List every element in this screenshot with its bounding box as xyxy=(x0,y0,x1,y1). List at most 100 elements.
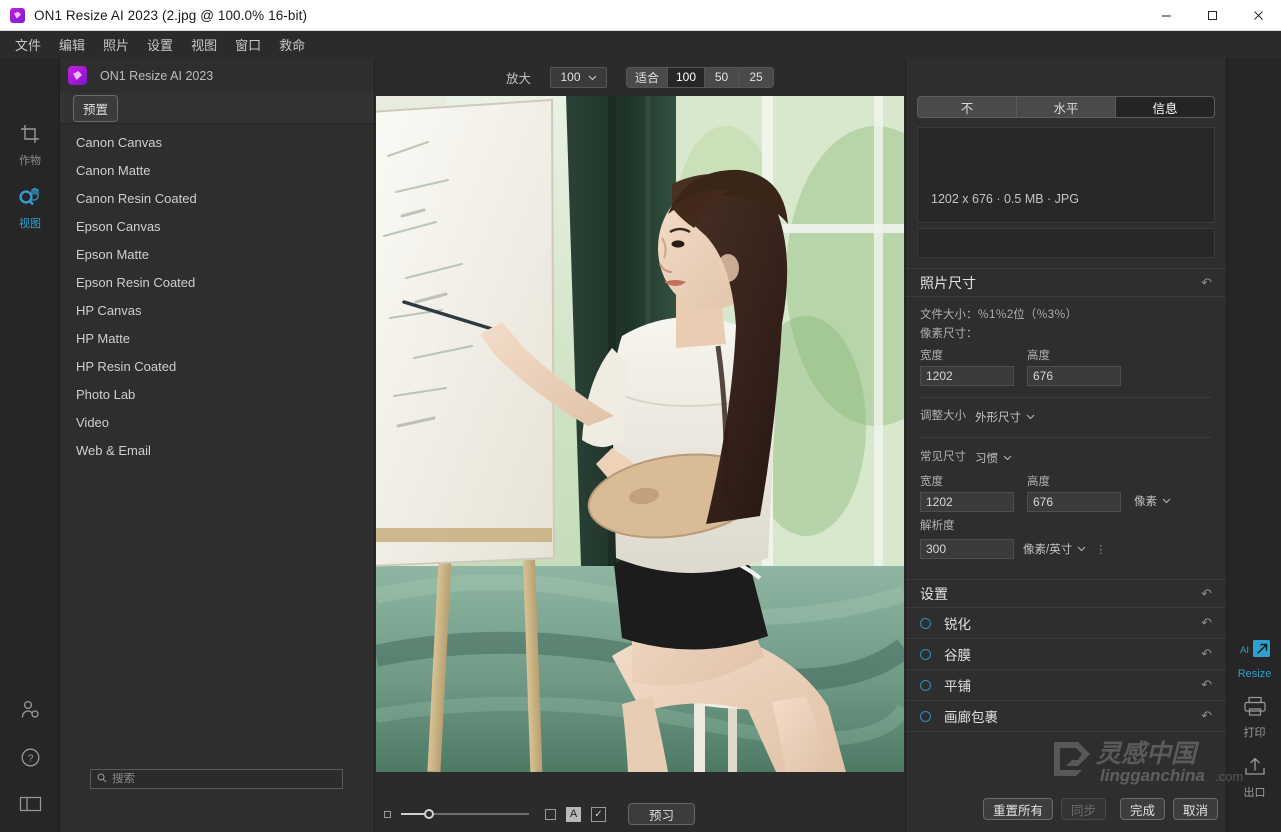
svg-text:?: ? xyxy=(27,753,33,765)
menu-edit[interactable]: 编辑 xyxy=(50,31,94,58)
chevron-down-icon xyxy=(1162,498,1171,504)
menu-file[interactable]: 文件 xyxy=(6,31,50,58)
reset-icon[interactable]: ↶ xyxy=(1201,677,1212,693)
small-square-icon[interactable] xyxy=(384,810,391,818)
application-window: ON1 Resize AI 2023 (2.jpg @ 100.0% 16-bi… xyxy=(0,0,1281,832)
pixel-height-input[interactable] xyxy=(1027,366,1121,386)
module-ai-resize[interactable]: AI Resize xyxy=(1227,638,1281,680)
unit-select[interactable]: 像素 xyxy=(1134,493,1171,512)
pixel-width-input[interactable] xyxy=(920,366,1014,386)
module-print[interactable]: 打印 xyxy=(1227,696,1281,740)
crop-icon xyxy=(19,123,41,150)
list-item[interactable]: HP Canvas xyxy=(60,296,374,324)
resolution-field: 解析度 像素/英寸 ⋮ xyxy=(920,517,1212,559)
reset-icon[interactable]: ↶ xyxy=(1201,708,1212,724)
export-icon xyxy=(1243,756,1267,781)
list-item[interactable]: Web & Email xyxy=(60,436,374,464)
resize-mode-row: 调整大小 外形尺寸 xyxy=(920,407,1212,426)
pixel-dims-label: 像素尺寸： xyxy=(920,328,978,340)
radio-icon[interactable] xyxy=(920,710,931,722)
option-row[interactable]: 锐化 ↶ xyxy=(906,608,1226,639)
resolution-row: 像素/英寸 ⋮ xyxy=(920,539,1212,559)
reset-icon[interactable]: ↶ xyxy=(1201,646,1212,662)
photo-artwork xyxy=(376,96,904,772)
list-item[interactable]: Canon Canvas xyxy=(60,128,374,156)
tool-crop[interactable]: 作物 xyxy=(0,115,60,172)
zoom-50-button[interactable]: 50 xyxy=(705,67,740,87)
reset-icon[interactable]: ↶ xyxy=(1201,615,1212,631)
help-icon[interactable]: ? xyxy=(20,747,41,773)
option-row[interactable]: 平铺 ↶ xyxy=(906,670,1226,701)
tab-info[interactable]: 信息 xyxy=(1116,97,1214,117)
reset-icon[interactable]: ↶ xyxy=(1201,586,1212,602)
done-button[interactable]: 完成 xyxy=(1119,798,1165,820)
brand-row: ON1 Resize AI 2023 xyxy=(60,58,374,93)
photo-size-title: 照片尺寸 xyxy=(920,274,976,291)
tab-horizontal[interactable]: 水平 xyxy=(1017,97,1116,117)
output-width-field: 宽度 xyxy=(920,473,1014,512)
user-settings-icon[interactable] xyxy=(20,699,41,725)
zoom-level-select[interactable]: 100 xyxy=(549,66,607,88)
large-square-icon[interactable] xyxy=(545,808,556,820)
option-row[interactable]: 画廊包裹 ↶ xyxy=(906,701,1226,732)
list-item[interactable]: Epson Matte xyxy=(60,240,374,268)
panel-layout-icon[interactable] xyxy=(19,795,42,818)
cancel-button[interactable]: 取消 xyxy=(1172,798,1218,820)
module-export[interactable]: 出口 xyxy=(1227,756,1281,800)
module-ai-resize-label: Resize xyxy=(1237,668,1272,680)
module-print-label: 打印 xyxy=(1243,727,1266,739)
resolution-input[interactable] xyxy=(920,539,1014,559)
settings-header: 设置 ↶ xyxy=(906,579,1226,608)
menu-photo[interactable]: 照片 xyxy=(94,31,138,58)
list-item[interactable]: HP Resin Coated xyxy=(60,352,374,380)
search-input[interactable] xyxy=(112,773,336,785)
list-item[interactable]: HP Matte xyxy=(60,324,374,352)
pixel-height-field: 高度 xyxy=(1027,347,1121,386)
common-size-label: 常见尺寸 xyxy=(920,451,966,463)
common-size-select[interactable]: 习惯 xyxy=(975,450,1012,466)
slider-knob[interactable] xyxy=(424,809,434,819)
menu-help[interactable]: 救命 xyxy=(270,31,314,58)
checkbox-toggle-button[interactable]: ✓ xyxy=(591,806,606,822)
tab-none[interactable]: 不 xyxy=(918,97,1017,117)
list-item[interactable]: Canon Resin Coated xyxy=(60,184,374,212)
tool-crop-label: 作物 xyxy=(19,155,41,167)
tool-view[interactable]: 视图 xyxy=(0,178,60,235)
output-width-input[interactable] xyxy=(920,492,1014,512)
reset-all-button[interactable]: 重置所有 xyxy=(982,798,1053,820)
zoom-100-button[interactable]: 100 xyxy=(668,67,706,87)
zoom-25-button[interactable]: 25 xyxy=(739,68,773,87)
resize-mode-select[interactable]: 外形尺寸 xyxy=(975,409,1035,425)
thumbnail-size-slider[interactable] xyxy=(401,808,529,820)
minimize-button[interactable] xyxy=(1143,0,1189,31)
radio-icon[interactable] xyxy=(920,648,931,660)
option-row[interactable]: 谷膜 ↶ xyxy=(906,639,1226,670)
zoom-fit-button[interactable]: 适合 xyxy=(627,67,668,87)
reset-icon[interactable]: ↶ xyxy=(1201,275,1212,291)
close-button[interactable] xyxy=(1235,0,1281,31)
canvas-bottom-bar: A ✓ 预习 xyxy=(375,796,905,832)
preview-button[interactable]: 预习 xyxy=(628,803,695,825)
pixel-dims-fields: 宽度 高度 xyxy=(920,347,1212,386)
list-item[interactable]: Canon Matte xyxy=(60,156,374,184)
canvas-area[interactable] xyxy=(375,96,905,796)
resolution-unit-value: 像素/英寸 xyxy=(1023,544,1073,556)
output-height-input[interactable] xyxy=(1027,492,1121,512)
menu-window[interactable]: 窗口 xyxy=(226,31,270,58)
list-item[interactable]: Photo Lab xyxy=(60,380,374,408)
list-item[interactable]: Epson Canvas xyxy=(60,212,374,240)
menu-settings[interactable]: 设置 xyxy=(138,31,182,58)
list-item[interactable]: Video xyxy=(60,408,374,436)
menu-view[interactable]: 视图 xyxy=(182,31,226,58)
radio-icon[interactable] xyxy=(920,617,931,629)
letter-toggle-button[interactable]: A xyxy=(566,806,581,822)
tab-presets[interactable]: 预置 xyxy=(73,94,119,122)
printer-icon xyxy=(1243,696,1267,721)
radio-icon[interactable] xyxy=(920,679,931,691)
maximize-button[interactable] xyxy=(1189,0,1235,31)
zoom-level-value: 100 xyxy=(560,70,581,84)
resolution-unit-select[interactable]: 像素/英寸 xyxy=(1023,541,1086,557)
search-box[interactable] xyxy=(90,769,343,789)
list-item[interactable]: Epson Resin Coated xyxy=(60,268,374,296)
more-options-icon[interactable]: ⋮ xyxy=(1095,543,1106,556)
